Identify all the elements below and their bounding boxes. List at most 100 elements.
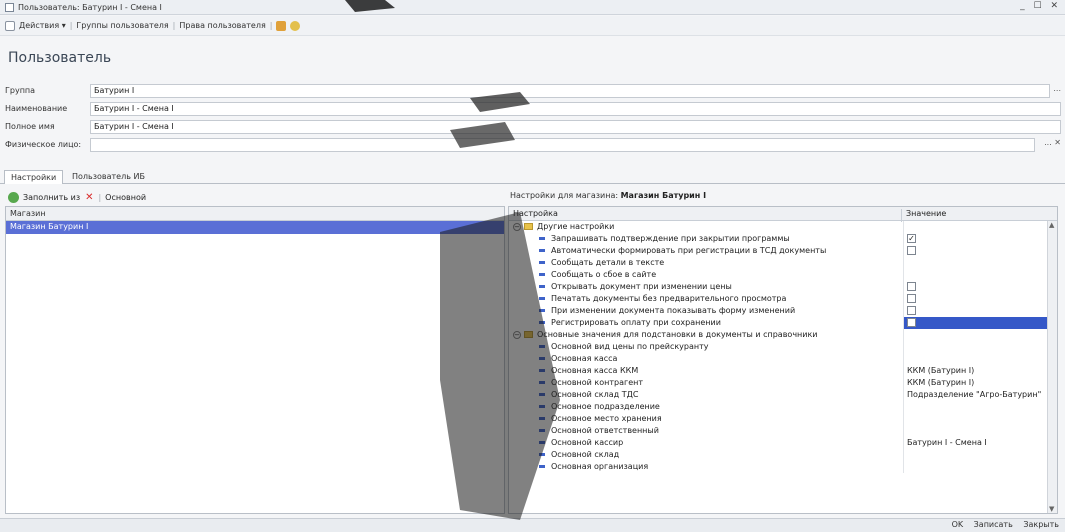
refresh-icon[interactable] [8, 191, 19, 203]
person-input[interactable] [90, 138, 1035, 152]
setting-bullet-icon [539, 453, 545, 456]
setting-value[interactable] [903, 329, 1047, 341]
settings-group-row[interactable]: − Основные значения для подстановки в док… [509, 329, 1057, 341]
tab-strip: Настройки Пользователь ИБ [0, 168, 1065, 184]
settings-row[interactable]: Основная касса [509, 353, 1057, 365]
setting-label: Сообщать о сбое в сайте [551, 270, 657, 279]
settings-row[interactable]: Сообщать о сбое в сайте [509, 269, 1057, 281]
column-header[interactable]: Магазин [6, 207, 504, 221]
setting-value[interactable] [903, 425, 1047, 437]
setting-value[interactable] [903, 245, 1047, 257]
settings-row[interactable]: Основной вид цены по прейскуранту [509, 341, 1057, 353]
settings-row[interactable]: Основной склад ТДС Подразделение "Агро-Ба… [509, 389, 1057, 401]
value-checkbox[interactable] [907, 318, 916, 327]
setting-label: Открывать документ при изменении цены [551, 282, 732, 291]
setting-value[interactable] [903, 341, 1047, 353]
select-clear-buttons[interactable]: ... ✕ [1044, 138, 1061, 147]
setting-label: При изменении документа показывать форму… [551, 306, 796, 315]
field-label: Группа [5, 86, 36, 95]
setting-bullet-icon [539, 249, 545, 252]
settings-row[interactable]: Основной контрагент ККМ (Батурин I) [509, 377, 1057, 389]
value-checkbox[interactable] [907, 306, 916, 315]
setting-label: Основная касса [551, 354, 618, 363]
setting-value[interactable]: ✓ [903, 233, 1047, 245]
settings-row[interactable]: Печатать документы без предварительного … [509, 293, 1057, 305]
value-checkbox[interactable] [907, 282, 916, 291]
tab-ib-user[interactable]: Пользователь ИБ [66, 170, 151, 184]
setting-label: Основная организация [551, 462, 649, 471]
group-input[interactable]: Батурин I [90, 84, 1050, 98]
setting-label: Основной склад [551, 450, 620, 459]
setting-bullet-icon [539, 297, 545, 300]
settings-row[interactable]: При изменении документа показывать форму… [509, 305, 1057, 317]
window-controls[interactable]: _ ☐ ✕ [1020, 1, 1061, 11]
setting-value[interactable]: ККМ (Батурин I) [903, 377, 1047, 389]
vertical-scrollbar[interactable]: ▲ ▼ [1047, 221, 1057, 513]
actions-menu[interactable]: Действия ▾ [19, 21, 66, 30]
delete-icon[interactable]: ✕ [85, 192, 93, 203]
settings-row[interactable]: Регистрировать оплату при сохранении [509, 317, 1057, 329]
field-label: Наименование [5, 104, 68, 113]
settings-row[interactable]: Основной ответственный [509, 425, 1057, 437]
settings-row[interactable]: Основное место хранения [509, 413, 1057, 425]
groups-button[interactable]: Группы пользователя [76, 21, 168, 30]
setting-value[interactable] [903, 461, 1047, 473]
settings-row[interactable]: Основная касса ККМ ККМ (Батурин I) [509, 365, 1057, 377]
setting-value[interactable] [903, 353, 1047, 365]
settings-row[interactable]: Запрашивать подтверждение при закрытии п… [509, 233, 1057, 245]
setting-value[interactable] [903, 413, 1047, 425]
save-button[interactable]: Записать [974, 520, 1013, 529]
scroll-down-icon[interactable]: ▼ [1049, 505, 1054, 513]
setting-value[interactable] [903, 221, 1047, 233]
settings-title: Настройки для магазина: Магазин Батурин … [510, 191, 706, 200]
setting-bullet-icon [539, 357, 545, 360]
setting-label: Основной контрагент [551, 378, 644, 387]
setting-value[interactable] [903, 269, 1047, 281]
rights-button[interactable]: Права пользователя [179, 21, 265, 30]
setting-value[interactable] [903, 317, 1047, 329]
scroll-up-icon[interactable]: ▲ [1049, 221, 1054, 229]
settings-row[interactable]: Открывать документ при изменении цены [509, 281, 1057, 293]
column-header-setting[interactable]: Настройка [513, 209, 558, 218]
settings-row[interactable]: Основная организация [509, 461, 1057, 473]
value-checkbox[interactable]: ✓ [907, 234, 916, 243]
settings-row[interactable]: Основной склад [509, 449, 1057, 461]
select-button[interactable]: ... [1053, 84, 1061, 93]
setting-label: Основной ответственный [551, 426, 659, 435]
close-button[interactable]: Закрыть [1023, 520, 1059, 529]
setting-label: Основная касса ККМ [551, 366, 639, 375]
help-icon[interactable] [290, 20, 301, 31]
ok-button[interactable]: OK [952, 520, 964, 529]
setting-value[interactable] [903, 281, 1047, 293]
setting-value[interactable] [903, 257, 1047, 269]
setting-label: Основные значения для подстановки в доку… [537, 330, 818, 339]
value-checkbox[interactable] [907, 246, 916, 255]
settings-row[interactable]: Основной кассир Батурин I - Смена I [509, 437, 1057, 449]
settings-group-row[interactable]: − Другие настройки [509, 221, 1057, 233]
fullname-input[interactable]: Батурин I - Смена I [90, 120, 1061, 134]
collapse-icon[interactable]: − [513, 222, 521, 231]
settings-title-prefix: Настройки для магазина: [510, 191, 619, 200]
key-icon[interactable] [276, 20, 287, 31]
settings-row[interactable]: Основное подразделение [509, 401, 1057, 413]
setting-value[interactable]: Батурин I - Смена I [903, 437, 1047, 449]
setting-label: Основной склад ТДС [551, 390, 639, 399]
name-input[interactable]: Батурин I - Смена I [90, 102, 1061, 116]
setting-value[interactable] [903, 305, 1047, 317]
setting-value[interactable] [903, 401, 1047, 413]
settings-row[interactable]: Автоматически формировать при регистраци… [509, 245, 1057, 257]
setting-value[interactable]: ККМ (Батурин I) [903, 365, 1047, 377]
value-text: Батурин I - Смена I [907, 438, 987, 447]
setting-value[interactable]: Подразделение "Агро-Батурин" [903, 389, 1047, 401]
setting-bullet-icon [539, 393, 545, 396]
value-checkbox[interactable] [907, 294, 916, 303]
folder-icon [524, 223, 533, 230]
tab-settings[interactable]: Настройки [4, 170, 64, 184]
fill-from-button[interactable]: Заполнить из [23, 193, 80, 202]
setting-value[interactable] [903, 293, 1047, 305]
settings-row[interactable]: Сообщать детали в тексте [509, 257, 1057, 269]
collapse-icon[interactable]: − [513, 330, 521, 339]
setting-value[interactable] [903, 449, 1047, 461]
table-row[interactable]: Магазин Батурин I [6, 221, 504, 234]
main-button[interactable]: Основной [105, 193, 146, 202]
